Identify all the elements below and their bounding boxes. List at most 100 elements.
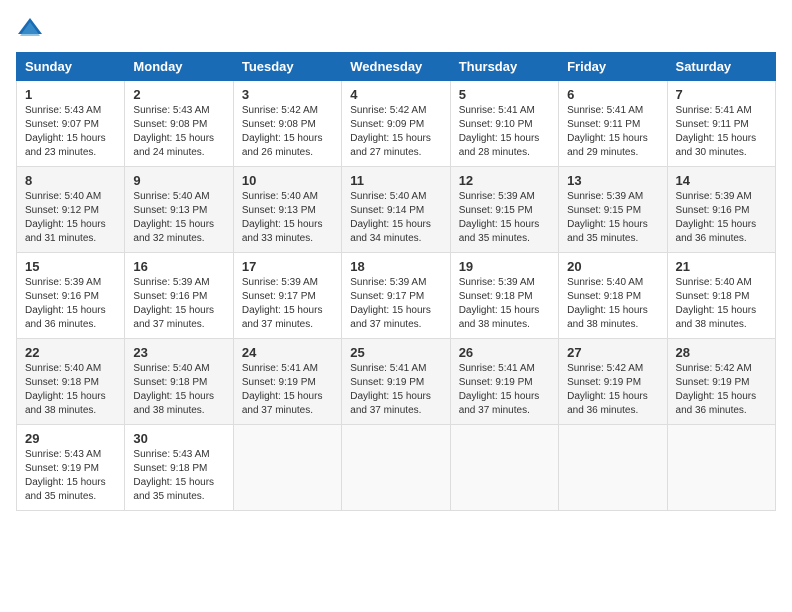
day-number: 30 — [133, 431, 224, 446]
day-info: Sunrise: 5:41 AM Sunset: 9:19 PM Dayligh… — [459, 362, 550, 418]
calendar-week-1: 1 Sunrise: 5:43 AM Sunset: 9:07 PM Dayli… — [17, 81, 776, 167]
calendar-cell: 1 Sunrise: 5:43 AM Sunset: 9:07 PM Dayli… — [17, 81, 125, 167]
day-info: Sunrise: 5:43 AM Sunset: 9:07 PM Dayligh… — [25, 104, 116, 160]
day-info: Sunrise: 5:39 AM Sunset: 9:17 PM Dayligh… — [350, 276, 441, 332]
calendar-cell: 5 Sunrise: 5:41 AM Sunset: 9:10 PM Dayli… — [450, 81, 558, 167]
calendar-cell: 29 Sunrise: 5:43 AM Sunset: 9:19 PM Dayl… — [17, 425, 125, 511]
day-info: Sunrise: 5:42 AM Sunset: 9:09 PM Dayligh… — [350, 104, 441, 160]
calendar-cell: 22 Sunrise: 5:40 AM Sunset: 9:18 PM Dayl… — [17, 339, 125, 425]
day-number: 24 — [242, 345, 333, 360]
day-number: 3 — [242, 87, 333, 102]
day-info: Sunrise: 5:40 AM Sunset: 9:13 PM Dayligh… — [133, 190, 224, 246]
calendar-week-5: 29 Sunrise: 5:43 AM Sunset: 9:19 PM Dayl… — [17, 425, 776, 511]
day-number: 4 — [350, 87, 441, 102]
calendar-cell: 7 Sunrise: 5:41 AM Sunset: 9:11 PM Dayli… — [667, 81, 775, 167]
day-info: Sunrise: 5:39 AM Sunset: 9:16 PM Dayligh… — [676, 190, 767, 246]
calendar-cell: 28 Sunrise: 5:42 AM Sunset: 9:19 PM Dayl… — [667, 339, 775, 425]
header — [16, 16, 776, 40]
calendar-cell: 16 Sunrise: 5:39 AM Sunset: 9:16 PM Dayl… — [125, 253, 233, 339]
calendar-week-4: 22 Sunrise: 5:40 AM Sunset: 9:18 PM Dayl… — [17, 339, 776, 425]
day-info: Sunrise: 5:42 AM Sunset: 9:19 PM Dayligh… — [676, 362, 767, 418]
calendar-cell: 25 Sunrise: 5:41 AM Sunset: 9:19 PM Dayl… — [342, 339, 450, 425]
calendar-cell: 12 Sunrise: 5:39 AM Sunset: 9:15 PM Dayl… — [450, 167, 558, 253]
calendar-week-3: 15 Sunrise: 5:39 AM Sunset: 9:16 PM Dayl… — [17, 253, 776, 339]
day-number: 25 — [350, 345, 441, 360]
day-number: 8 — [25, 173, 116, 188]
day-info: Sunrise: 5:41 AM Sunset: 9:19 PM Dayligh… — [350, 362, 441, 418]
day-number: 14 — [676, 173, 767, 188]
calendar-cell: 27 Sunrise: 5:42 AM Sunset: 9:19 PM Dayl… — [559, 339, 667, 425]
day-info: Sunrise: 5:41 AM Sunset: 9:11 PM Dayligh… — [567, 104, 658, 160]
day-number: 16 — [133, 259, 224, 274]
day-number: 6 — [567, 87, 658, 102]
day-number: 2 — [133, 87, 224, 102]
day-info: Sunrise: 5:39 AM Sunset: 9:18 PM Dayligh… — [459, 276, 550, 332]
day-number: 12 — [459, 173, 550, 188]
day-info: Sunrise: 5:41 AM Sunset: 9:19 PM Dayligh… — [242, 362, 333, 418]
day-info: Sunrise: 5:40 AM Sunset: 9:13 PM Dayligh… — [242, 190, 333, 246]
calendar-cell: 26 Sunrise: 5:41 AM Sunset: 9:19 PM Dayl… — [450, 339, 558, 425]
calendar-cell: 20 Sunrise: 5:40 AM Sunset: 9:18 PM Dayl… — [559, 253, 667, 339]
day-number: 26 — [459, 345, 550, 360]
day-info: Sunrise: 5:42 AM Sunset: 9:19 PM Dayligh… — [567, 362, 658, 418]
calendar-cell: 18 Sunrise: 5:39 AM Sunset: 9:17 PM Dayl… — [342, 253, 450, 339]
calendar-cell: 19 Sunrise: 5:39 AM Sunset: 9:18 PM Dayl… — [450, 253, 558, 339]
day-number: 17 — [242, 259, 333, 274]
calendar-cell: 17 Sunrise: 5:39 AM Sunset: 9:17 PM Dayl… — [233, 253, 341, 339]
calendar-cell: 11 Sunrise: 5:40 AM Sunset: 9:14 PM Dayl… — [342, 167, 450, 253]
logo-icon — [16, 16, 44, 40]
day-number: 22 — [25, 345, 116, 360]
calendar: SundayMondayTuesdayWednesdayThursdayFrid… — [16, 52, 776, 511]
calendar-cell: 8 Sunrise: 5:40 AM Sunset: 9:12 PM Dayli… — [17, 167, 125, 253]
day-number: 21 — [676, 259, 767, 274]
day-info: Sunrise: 5:43 AM Sunset: 9:08 PM Dayligh… — [133, 104, 224, 160]
calendar-header-row: SundayMondayTuesdayWednesdayThursdayFrid… — [17, 53, 776, 81]
day-header-tuesday: Tuesday — [233, 53, 341, 81]
day-header-sunday: Sunday — [17, 53, 125, 81]
day-number: 28 — [676, 345, 767, 360]
calendar-cell: 15 Sunrise: 5:39 AM Sunset: 9:16 PM Dayl… — [17, 253, 125, 339]
day-header-saturday: Saturday — [667, 53, 775, 81]
calendar-week-2: 8 Sunrise: 5:40 AM Sunset: 9:12 PM Dayli… — [17, 167, 776, 253]
day-info: Sunrise: 5:40 AM Sunset: 9:18 PM Dayligh… — [567, 276, 658, 332]
day-info: Sunrise: 5:39 AM Sunset: 9:15 PM Dayligh… — [459, 190, 550, 246]
day-info: Sunrise: 5:40 AM Sunset: 9:18 PM Dayligh… — [676, 276, 767, 332]
day-number: 13 — [567, 173, 658, 188]
day-info: Sunrise: 5:41 AM Sunset: 9:11 PM Dayligh… — [676, 104, 767, 160]
calendar-cell — [667, 425, 775, 511]
calendar-cell: 9 Sunrise: 5:40 AM Sunset: 9:13 PM Dayli… — [125, 167, 233, 253]
calendar-cell — [342, 425, 450, 511]
calendar-cell: 4 Sunrise: 5:42 AM Sunset: 9:09 PM Dayli… — [342, 81, 450, 167]
calendar-cell: 2 Sunrise: 5:43 AM Sunset: 9:08 PM Dayli… — [125, 81, 233, 167]
day-info: Sunrise: 5:41 AM Sunset: 9:10 PM Dayligh… — [459, 104, 550, 160]
day-number: 9 — [133, 173, 224, 188]
day-info: Sunrise: 5:39 AM Sunset: 9:16 PM Dayligh… — [133, 276, 224, 332]
day-number: 10 — [242, 173, 333, 188]
day-header-monday: Monday — [125, 53, 233, 81]
day-number: 11 — [350, 173, 441, 188]
calendar-cell — [233, 425, 341, 511]
day-number: 5 — [459, 87, 550, 102]
day-number: 20 — [567, 259, 658, 274]
calendar-cell: 6 Sunrise: 5:41 AM Sunset: 9:11 PM Dayli… — [559, 81, 667, 167]
day-header-friday: Friday — [559, 53, 667, 81]
day-number: 15 — [25, 259, 116, 274]
day-number: 18 — [350, 259, 441, 274]
calendar-cell: 14 Sunrise: 5:39 AM Sunset: 9:16 PM Dayl… — [667, 167, 775, 253]
day-header-wednesday: Wednesday — [342, 53, 450, 81]
day-info: Sunrise: 5:39 AM Sunset: 9:15 PM Dayligh… — [567, 190, 658, 246]
day-number: 7 — [676, 87, 767, 102]
calendar-cell: 13 Sunrise: 5:39 AM Sunset: 9:15 PM Dayl… — [559, 167, 667, 253]
logo — [16, 16, 48, 40]
day-number: 1 — [25, 87, 116, 102]
calendar-cell: 3 Sunrise: 5:42 AM Sunset: 9:08 PM Dayli… — [233, 81, 341, 167]
day-info: Sunrise: 5:40 AM Sunset: 9:18 PM Dayligh… — [133, 362, 224, 418]
day-header-thursday: Thursday — [450, 53, 558, 81]
day-info: Sunrise: 5:39 AM Sunset: 9:16 PM Dayligh… — [25, 276, 116, 332]
day-info: Sunrise: 5:40 AM Sunset: 9:14 PM Dayligh… — [350, 190, 441, 246]
day-info: Sunrise: 5:40 AM Sunset: 9:18 PM Dayligh… — [25, 362, 116, 418]
day-info: Sunrise: 5:43 AM Sunset: 9:18 PM Dayligh… — [133, 448, 224, 504]
day-number: 27 — [567, 345, 658, 360]
day-info: Sunrise: 5:40 AM Sunset: 9:12 PM Dayligh… — [25, 190, 116, 246]
day-info: Sunrise: 5:39 AM Sunset: 9:17 PM Dayligh… — [242, 276, 333, 332]
